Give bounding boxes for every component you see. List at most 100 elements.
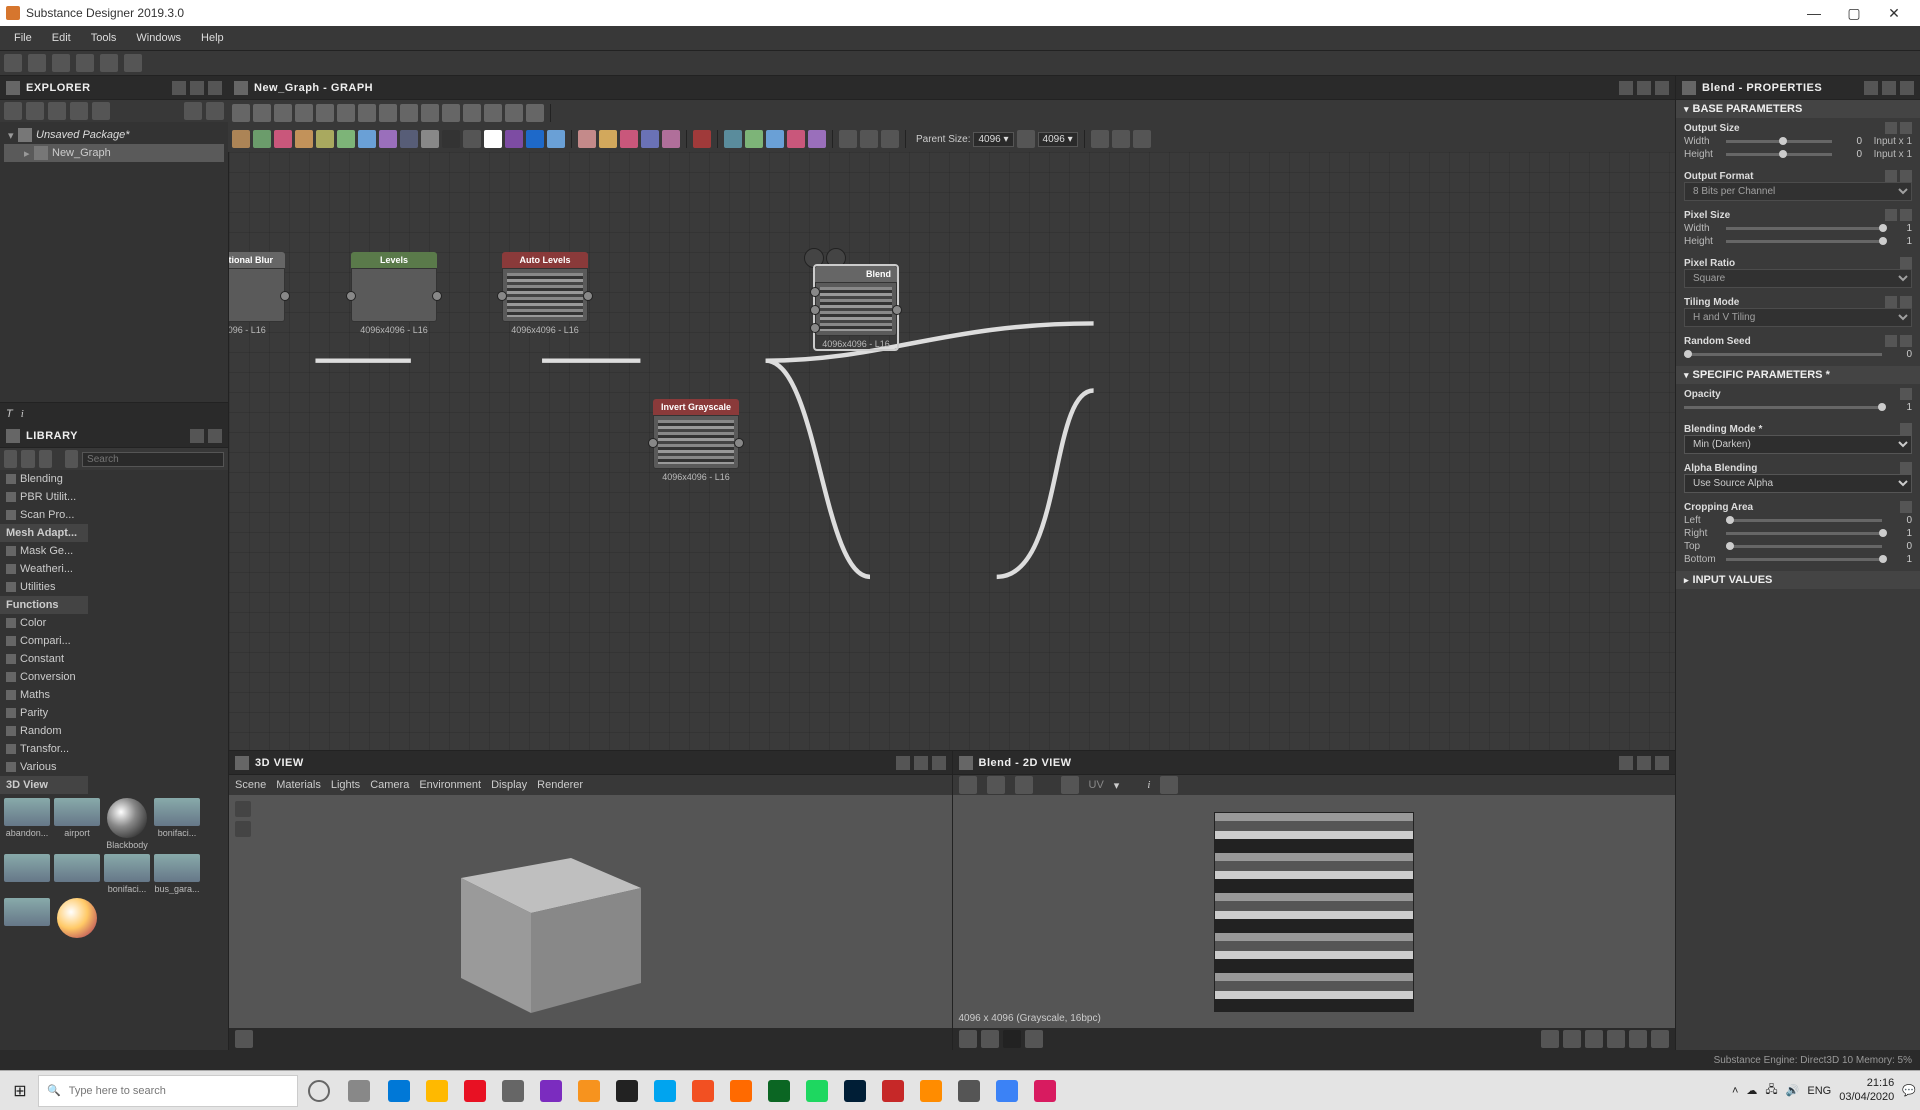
tree-graph[interactable]: ▸ New_Graph — [4, 144, 224, 162]
taskbar-app[interactable] — [836, 1073, 874, 1109]
output-height-slider[interactable] — [1726, 153, 1832, 156]
lib-edit-icon[interactable] — [39, 450, 52, 468]
atom-icon[interactable] — [693, 130, 711, 148]
atom-icon[interactable] — [578, 130, 596, 148]
view2d-tbicon[interactable] — [981, 1030, 999, 1048]
atom-icon[interactable] — [505, 130, 523, 148]
tray-chevron-icon[interactable]: ˄ — [1732, 1085, 1738, 1097]
libcat-conversion[interactable]: Conversion — [0, 668, 88, 686]
taskbar-app[interactable] — [456, 1073, 494, 1109]
atom-icon[interactable] — [724, 130, 742, 148]
view3d-pop-icon[interactable] — [914, 756, 928, 770]
graph-tb-icon[interactable] — [316, 104, 334, 122]
taskbar-clock[interactable]: 21:16 03/04/2020 — [1839, 1077, 1894, 1103]
view2d-pop-icon[interactable] — [1637, 756, 1651, 770]
taskbar-app[interactable] — [684, 1073, 722, 1109]
graph-canvas[interactable]: ...ectional Blur x4096 - L16 Levels 4096… — [229, 152, 1675, 750]
thumb[interactable]: bus_gara... — [154, 854, 200, 894]
taskbar-cortana[interactable] — [300, 1073, 338, 1109]
atom-icon[interactable] — [358, 130, 376, 148]
menu-edit[interactable]: Edit — [42, 32, 81, 44]
info-i[interactable]: i — [21, 408, 24, 420]
view3d-menu-display[interactable]: Display — [491, 779, 527, 791]
libcat-scan[interactable]: Scan Pro... — [0, 506, 88, 524]
view2d-tbicon[interactable] — [1607, 1030, 1625, 1048]
graph-tb-icon[interactable] — [526, 104, 544, 122]
tool-undo-icon[interactable] — [100, 54, 118, 72]
prop-reset-icon[interactable] — [1900, 335, 1912, 347]
atom-icon[interactable] — [484, 130, 502, 148]
taskbar-app[interactable] — [988, 1073, 1026, 1109]
view3d-close-icon[interactable] — [932, 756, 946, 770]
window-close[interactable]: ✕ — [1874, 5, 1914, 22]
prop-inherit-icon[interactable] — [1885, 170, 1897, 182]
libcat-various[interactable]: Various — [0, 758, 88, 776]
view3d-menu-scene[interactable]: Scene — [235, 779, 266, 791]
thumb[interactable]: airport — [54, 798, 100, 850]
taskbar-app[interactable] — [380, 1073, 418, 1109]
graph-tb-icon[interactable] — [253, 104, 271, 122]
view2d-tbicon[interactable] — [1563, 1030, 1581, 1048]
props-close-icon[interactable] — [1900, 81, 1914, 95]
view3d-canvas[interactable] — [229, 795, 952, 1028]
explorer-pin-icon[interactable] — [172, 81, 186, 95]
explorer-tb3-icon[interactable] — [48, 102, 66, 120]
props-base-section[interactable]: ▾ BASE PARAMETERS — [1676, 100, 1920, 118]
atom-icon[interactable] — [526, 130, 544, 148]
libcat-weathering[interactable]: Weatheri... — [0, 560, 88, 578]
thumb[interactable]: bonifaci... — [104, 854, 150, 894]
atom-icon[interactable] — [337, 130, 355, 148]
taskbar-app[interactable] — [646, 1073, 684, 1109]
atom-icon[interactable] — [379, 130, 397, 148]
node-levels[interactable]: Levels 4096x4096 - L16 — [351, 252, 437, 335]
libcat-parity[interactable]: Parity — [0, 704, 88, 722]
random-seed-slider[interactable] — [1684, 353, 1882, 356]
tool-save-icon[interactable] — [52, 54, 70, 72]
taskbar-app[interactable] — [418, 1073, 456, 1109]
atom-icon[interactable] — [295, 130, 313, 148]
explorer-tb7-icon[interactable] — [206, 102, 224, 120]
taskbar-app[interactable] — [1026, 1073, 1064, 1109]
graph-pin-icon[interactable] — [1619, 81, 1633, 95]
atom-icon[interactable] — [421, 130, 439, 148]
taskbar-taskview[interactable] — [340, 1073, 378, 1109]
view3d-menu-materials[interactable]: Materials — [276, 779, 321, 791]
crop-top-slider[interactable] — [1726, 545, 1882, 548]
output-format-select[interactable]: 8 Bits per Channel — [1684, 182, 1912, 201]
graph-tb-icon[interactable] — [400, 104, 418, 122]
atom-icon[interactable] — [662, 130, 680, 148]
atom-icon[interactable] — [442, 130, 460, 148]
thumb[interactable]: Blackbody — [104, 798, 150, 850]
atom-icon[interactable] — [839, 130, 857, 148]
prop-reset-icon[interactable] — [1900, 170, 1912, 182]
tool-redo-icon[interactable] — [124, 54, 142, 72]
graph-tb-icon[interactable] — [505, 104, 523, 122]
props-input-values-section[interactable]: ▸ INPUT VALUES — [1676, 571, 1920, 589]
window-minimize[interactable]: — — [1794, 5, 1834, 22]
prop-inherit-icon[interactable] — [1885, 335, 1897, 347]
menu-tools[interactable]: Tools — [81, 32, 127, 44]
view3d-menu-renderer[interactable]: Renderer — [537, 779, 583, 791]
view2d-histogram-icon[interactable] — [1160, 776, 1178, 794]
parent-size-link-icon[interactable] — [1017, 130, 1035, 148]
prop-reset-icon[interactable] — [1900, 257, 1912, 269]
lib-home-icon[interactable] — [4, 450, 17, 468]
pixel-ratio-select[interactable]: Square — [1684, 269, 1912, 288]
atom-icon[interactable] — [316, 130, 334, 148]
node-auto-levels[interactable]: Auto Levels 4096x4096 - L16 — [502, 252, 588, 335]
alpha-blending-select[interactable]: Use Source Alpha — [1684, 474, 1912, 493]
graph-tb-icon[interactable] — [358, 104, 376, 122]
taskbar-app[interactable] — [950, 1073, 988, 1109]
node-blend[interactable]: Blend 4096x4096 - L16 — [813, 264, 899, 351]
libcat-random[interactable]: Random — [0, 722, 88, 740]
libcat-3dview[interactable]: 3D View — [0, 776, 88, 794]
atom-icon[interactable] — [463, 130, 481, 148]
prop-reset-icon[interactable] — [1900, 501, 1912, 513]
explorer-tb4-icon[interactable] — [70, 102, 88, 120]
libcat-maskgen[interactable]: Mask Ge... — [0, 542, 88, 560]
thumb[interactable] — [4, 854, 50, 894]
explorer-tb5-icon[interactable] — [92, 102, 110, 120]
info-t[interactable]: T — [6, 408, 13, 420]
pixel-height-slider[interactable] — [1726, 240, 1882, 243]
graph-tb-icon[interactable] — [295, 104, 313, 122]
